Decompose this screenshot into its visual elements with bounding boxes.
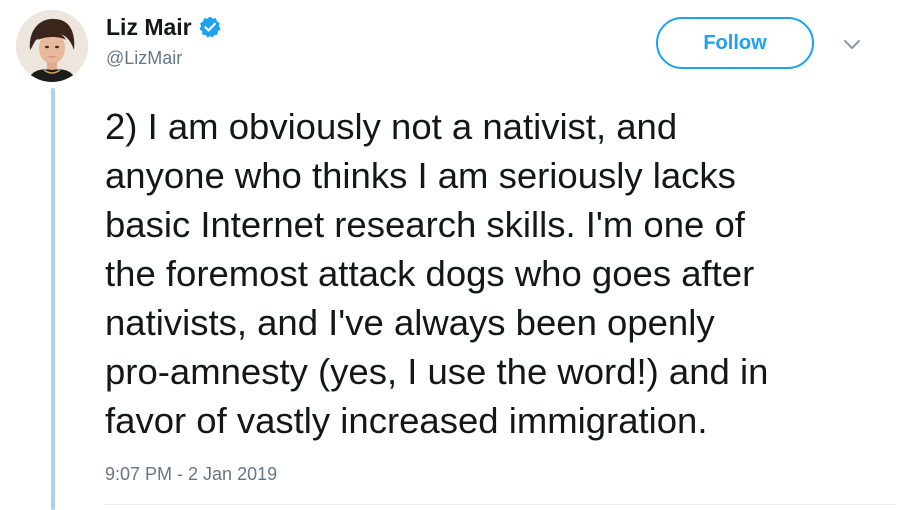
- author-display-name[interactable]: Liz Mair: [106, 14, 192, 41]
- author-name-row: Liz Mair: [106, 12, 222, 42]
- divider: [105, 504, 895, 505]
- author-handle[interactable]: @LizMair: [106, 48, 222, 69]
- avatar[interactable]: [16, 10, 88, 82]
- tweet-author: Liz Mair @LizMair: [106, 12, 222, 69]
- thread-line: [51, 88, 55, 510]
- tweet-timestamp[interactable]: 9:07 PM - 2 Jan 2019: [105, 464, 277, 485]
- chevron-down-icon[interactable]: [843, 38, 861, 50]
- follow-button[interactable]: Follow: [656, 17, 814, 69]
- verified-badge-icon: [198, 15, 222, 39]
- tweet-text: 2) I am obviously not a nativist, and an…: [105, 106, 769, 441]
